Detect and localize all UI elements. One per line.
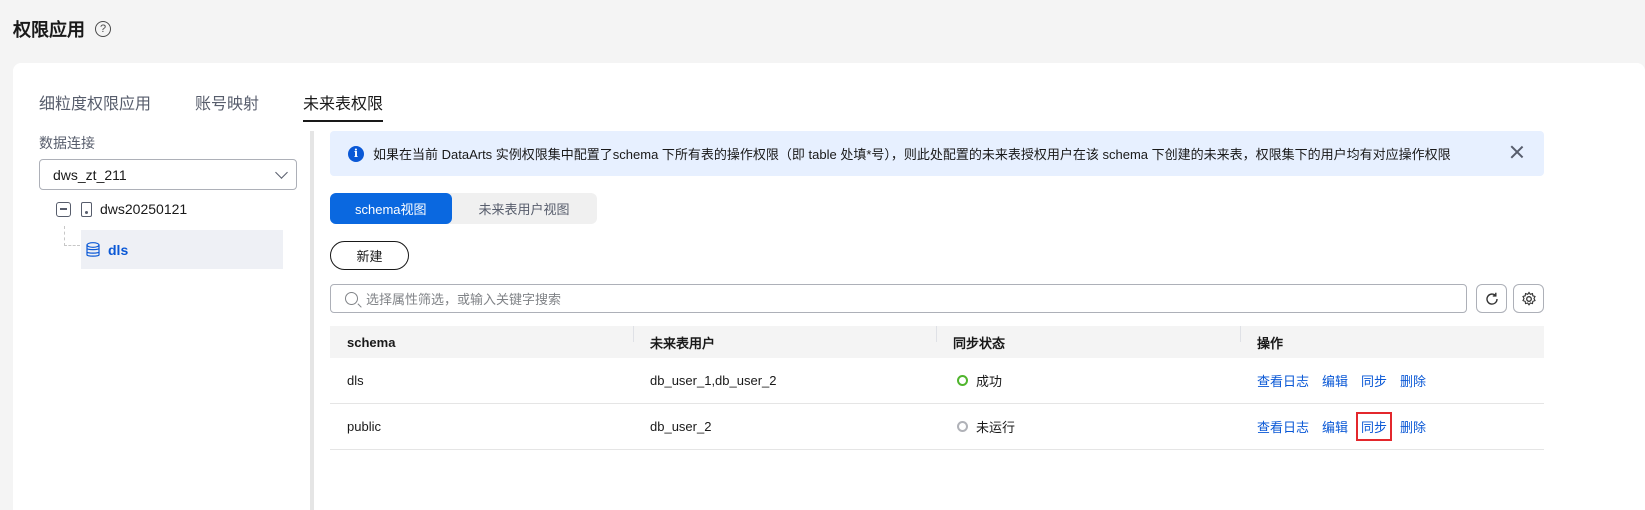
table-header: schema 未来表用户 同步状态 操作: [330, 325, 1544, 358]
refresh-icon: [1485, 292, 1498, 305]
info-banner: i 如果在当前 DataArts 实例权限集中配置了schema 下所有表的操作…: [330, 131, 1544, 176]
refresh-button[interactable]: [1476, 284, 1507, 313]
view-log-link[interactable]: 查看日志: [1257, 371, 1309, 390]
connection-label: 数据连接: [39, 135, 95, 151]
status-text: 未运行: [976, 420, 1016, 435]
chevron-down-icon: [275, 165, 288, 179]
info-icon: i: [348, 145, 364, 162]
connection-panel: 数据连接 dws_zt_211 dws20250121 dls: [39, 131, 297, 269]
page-header: 权限应用 ?: [13, 16, 111, 42]
tree-node-dls[interactable]: dls: [81, 230, 283, 269]
tab-future-table-permission[interactable]: 未来表权限: [303, 88, 384, 122]
tree-connector: [64, 226, 65, 246]
edit-link[interactable]: 编辑: [1322, 417, 1348, 436]
cell-status: 成功: [936, 371, 1240, 390]
info-text: 如果在当前 DataArts 实例权限集中配置了schema 下所有表的操作权限…: [373, 147, 1451, 162]
search-icon: [345, 292, 358, 305]
help-icon[interactable]: ?: [95, 21, 111, 37]
panel-divider[interactable]: [310, 131, 314, 510]
tree-child-label: dls: [108, 241, 129, 258]
tab-bar: 细粒度权限应用 账号映射 未来表权限: [39, 88, 427, 122]
cell-users: db_user_1,db_user_2: [650, 373, 777, 388]
schema-table: schema 未来表用户 同步状态 操作 dls db_user_1,db_us…: [330, 325, 1544, 450]
database-icon: [86, 241, 100, 257]
sync-link[interactable]: 同步: [1356, 412, 1393, 441]
new-button[interactable]: 新建: [330, 241, 409, 270]
schema-view-button[interactable]: schema视图: [330, 193, 452, 224]
col-header-schema: schema: [347, 334, 396, 350]
tab-fine-grained-permission[interactable]: 细粒度权限应用: [39, 88, 151, 118]
collapse-icon[interactable]: [56, 201, 71, 217]
view-log-link[interactable]: 查看日志: [1257, 417, 1309, 436]
cell-users: db_user_2: [650, 419, 712, 434]
cell-actions: 查看日志 编辑 同步 删除: [1240, 371, 1544, 390]
col-header-users: 未来表用户: [633, 325, 936, 352]
user-view-button[interactable]: 未来表用户视图: [452, 193, 597, 224]
page-title: 权限应用: [13, 20, 85, 40]
close-icon[interactable]: [1510, 145, 1524, 159]
cell-schema: public: [347, 419, 381, 434]
delete-link[interactable]: 删除: [1400, 417, 1426, 436]
cell-schema: dls: [347, 373, 364, 388]
table-row: public db_user_2 未运行 查看日志 编辑 同步 删除: [330, 404, 1544, 450]
connection-select[interactable]: dws_zt_211: [39, 159, 297, 190]
gear-icon: [1521, 291, 1536, 306]
connection-select-value: dws_zt_211: [53, 166, 127, 183]
table-row: dls db_user_1,db_user_2 成功 查看日志 编辑 同步 删除: [330, 358, 1544, 404]
tree-connector-h: [64, 245, 80, 246]
search-placeholder: 选择属性筛选，或输入关键字搜索: [366, 292, 562, 307]
tab-account-mapping[interactable]: 账号映射: [195, 88, 259, 118]
not-run-status-icon: [957, 421, 968, 432]
success-status-icon: [957, 375, 968, 386]
search-input[interactable]: 选择属性筛选，或输入关键字搜索: [330, 284, 1467, 313]
edit-link[interactable]: 编辑: [1322, 371, 1348, 390]
main-card: 细粒度权限应用 账号映射 未来表权限 数据连接 dws_zt_211 dws20…: [13, 63, 1645, 510]
cell-actions: 查看日志 编辑 同步 删除: [1240, 412, 1544, 441]
tree-node-root[interactable]: dws20250121: [56, 201, 187, 217]
sync-link[interactable]: 同步: [1361, 371, 1387, 390]
cell-status: 未运行: [936, 417, 1240, 436]
delete-link[interactable]: 删除: [1400, 371, 1426, 390]
tree-root-label: dws20250121: [100, 201, 188, 217]
server-icon: [81, 201, 92, 217]
settings-button[interactable]: [1513, 284, 1544, 313]
view-switch: schema视图 未来表用户视图: [330, 193, 597, 224]
col-header-status: 同步状态: [936, 325, 1240, 352]
col-header-actions: 操作: [1240, 325, 1544, 352]
status-text: 成功: [976, 374, 1003, 389]
